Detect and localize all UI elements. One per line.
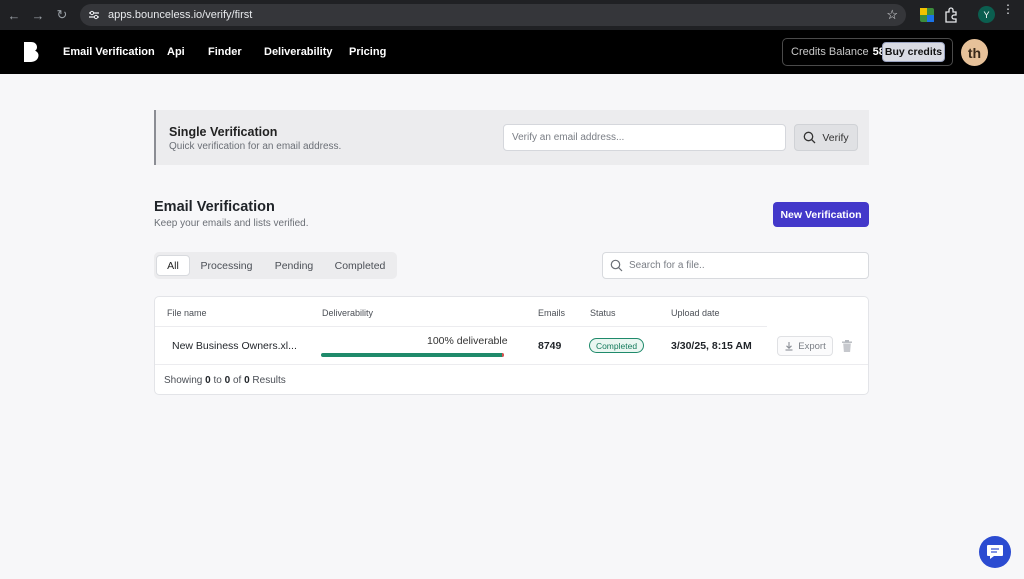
pagination-summary: Showing 0 to 0 of 0 Results [164, 375, 286, 386]
single-verification-subtitle: Quick verification for an email address. [169, 141, 342, 152]
verify-email-input[interactable]: Verify an email address... [503, 124, 786, 151]
nav-api[interactable]: Api [167, 46, 185, 58]
nav-deliverability[interactable]: Deliverability [264, 46, 332, 58]
export-button[interactable]: Export [777, 336, 833, 356]
search-icon [610, 259, 623, 272]
bookmark-star-icon[interactable]: ☆ [886, 7, 898, 23]
url-text: apps.bounceless.io/verify/first [108, 9, 253, 21]
bounceless-logo[interactable] [22, 41, 42, 63]
back-icon[interactable]: ← [2, 3, 26, 27]
trash-icon[interactable] [841, 339, 853, 353]
buy-credits-button[interactable]: Buy credits [882, 42, 945, 62]
file-search-input[interactable]: Search for a file.. [602, 252, 869, 279]
nav-pricing[interactable]: Pricing [349, 46, 386, 58]
export-label: Export [798, 340, 826, 352]
chat-icon [987, 545, 1003, 559]
section-title: Email Verification [154, 199, 275, 215]
extension-icon[interactable] [918, 6, 936, 24]
extensions-puzzle-icon[interactable] [942, 6, 960, 24]
showing-results-word: Results [252, 375, 286, 386]
search-icon [804, 131, 816, 144]
col-deliverability: Deliverability [322, 308, 374, 318]
col-file-name: File name [167, 308, 207, 318]
reload-icon[interactable]: ↻ [50, 3, 74, 27]
verify-button[interactable]: Verify [794, 124, 858, 151]
nav-finder[interactable]: Finder [208, 46, 242, 58]
header-divider [155, 326, 767, 327]
chat-button[interactable] [979, 536, 1011, 568]
profile-avatar[interactable]: Y [978, 6, 995, 23]
search-placeholder: Search for a file.. [629, 260, 705, 271]
files-table: File name Deliverability Emails Status U… [154, 296, 869, 395]
single-verification-title: Single Verification [169, 125, 278, 139]
tab-all[interactable]: All [156, 255, 190, 276]
row-divider [155, 364, 868, 365]
verify-button-label: Verify [822, 131, 849, 144]
upload-date: 3/30/25, 8:15 AM [671, 340, 752, 352]
kebab-menu-icon[interactable]: ⋮ [1002, 3, 1014, 15]
deliverability-bar [321, 353, 504, 357]
credits-balance: Credits Balance 58 Buy credits [782, 38, 953, 66]
section-subtitle: Keep your emails and lists verified. [154, 218, 309, 229]
site-info-icon[interactable] [85, 6, 103, 24]
single-verification-card: Single Verification Quick verification f… [154, 110, 869, 165]
showing-prefix: Showing [164, 375, 203, 386]
showing-total: 0 [244, 375, 250, 386]
showing-from: 0 [205, 375, 211, 386]
showing-to: 0 [224, 375, 231, 386]
deliverable-text: 100% deliverable [427, 335, 508, 347]
credits-label: Credits Balance [791, 46, 869, 58]
status-badge: Completed [589, 338, 644, 353]
col-emails: Emails [538, 308, 566, 318]
download-icon [785, 342, 793, 351]
showing-to-word: to [213, 375, 222, 386]
nav-email-verification[interactable]: Email Verification [63, 46, 155, 58]
tab-completed[interactable]: Completed [328, 255, 392, 276]
user-avatar[interactable]: th [961, 39, 988, 66]
deliverability-bar-tip [502, 353, 504, 357]
app-navbar: Email Verification Api Finder Deliverabi… [0, 30, 1024, 74]
tab-pending[interactable]: Pending [264, 255, 324, 276]
col-upload-date: Upload date [671, 308, 720, 318]
emails-count: 8749 [538, 340, 562, 352]
tab-processing[interactable]: Processing [194, 255, 259, 276]
filter-tabs: All Processing Pending Completed [154, 252, 397, 279]
deliverability-bar-fill [321, 353, 504, 357]
col-status: Status [590, 308, 616, 318]
browser-toolbar: ← → ↻ apps.bounceless.io/verify/first ☆ … [0, 0, 1024, 30]
forward-icon[interactable]: → [26, 3, 50, 27]
file-name[interactable]: New Business Owners.xl... [172, 340, 297, 352]
new-verification-button[interactable]: New Verification [773, 202, 869, 227]
showing-of-word: of [232, 375, 242, 386]
address-bar[interactable]: apps.bounceless.io/verify/first ☆ [80, 4, 906, 26]
